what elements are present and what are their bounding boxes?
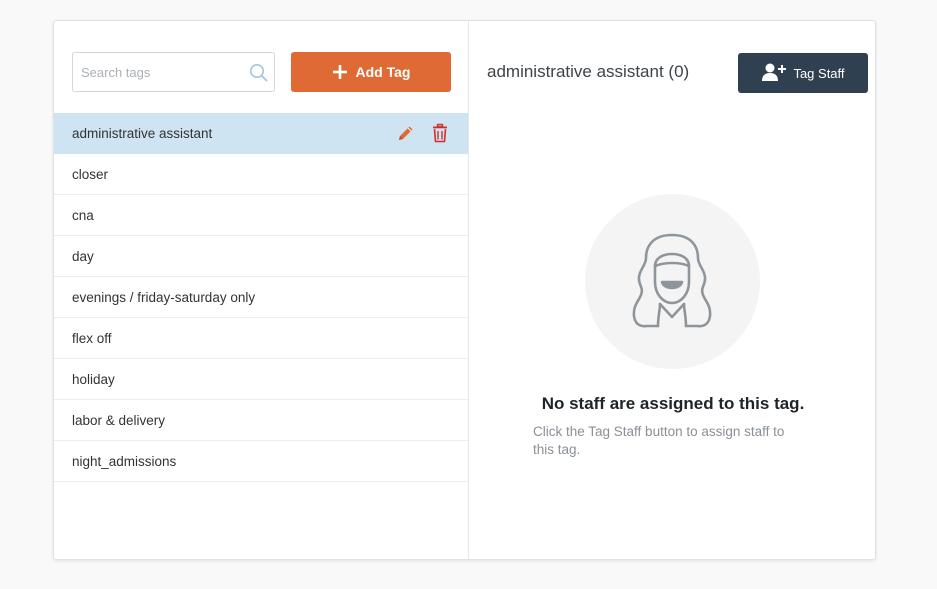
tag-label: labor & delivery <box>72 412 166 428</box>
add-tag-button[interactable]: Add Tag <box>291 52 451 92</box>
tag-list-item[interactable]: holiday <box>54 359 468 400</box>
tag-list-item[interactable]: flex off <box>54 318 468 359</box>
tag-staff-button[interactable]: Tag Staff <box>738 53 868 93</box>
search-box[interactable] <box>72 52 275 92</box>
tag-list-item[interactable]: evenings / friday-saturday only <box>54 277 468 318</box>
avatar <box>585 194 760 369</box>
tags-sidebar: Add Tag administrative assistant <box>54 21 469 559</box>
tag-list: administrative assistant closer cna day … <box>54 113 468 482</box>
tag-list-item[interactable]: day <box>54 236 468 277</box>
tag-label: closer <box>72 166 109 182</box>
tag-list-item[interactable]: administrative assistant <box>54 113 468 154</box>
tag-list-item[interactable]: labor & delivery <box>54 400 468 441</box>
tag-label: day <box>72 248 94 264</box>
tag-label: administrative assistant <box>72 125 213 141</box>
plus-icon <box>332 64 348 80</box>
person-placeholder-icon <box>632 233 712 328</box>
add-person-icon <box>761 62 787 85</box>
tag-list-item[interactable]: closer <box>54 154 468 195</box>
trash-icon[interactable] <box>430 123 450 143</box>
tag-detail-title: administrative assistant (0) <box>487 62 690 81</box>
empty-state-title: No staff are assigned to this tag. <box>541 394 805 413</box>
tag-label: night_admissions <box>72 453 177 469</box>
tag-label: holiday <box>72 371 115 387</box>
tags-panel: Add Tag administrative assistant <box>53 20 876 560</box>
pencil-icon[interactable] <box>396 123 416 143</box>
tag-list-item[interactable]: night_admissions <box>54 441 468 482</box>
tag-label: evenings / friday-saturday only <box>72 289 256 305</box>
tag-list-item[interactable]: cna <box>54 195 468 236</box>
tag-staff-label: Tag Staff <box>793 65 845 81</box>
tag-detail-pane: administrative assistant (0) Tag Staff N… <box>469 21 875 559</box>
row-actions <box>396 123 450 143</box>
empty-state-description: Click the Tag Staff button to assign sta… <box>533 424 785 457</box>
add-tag-label: Add Tag <box>355 64 411 80</box>
tag-label: cna <box>72 207 94 223</box>
search-input[interactable] <box>73 53 251 91</box>
search-icon[interactable] <box>249 63 268 82</box>
tag-label: flex off <box>72 330 112 346</box>
